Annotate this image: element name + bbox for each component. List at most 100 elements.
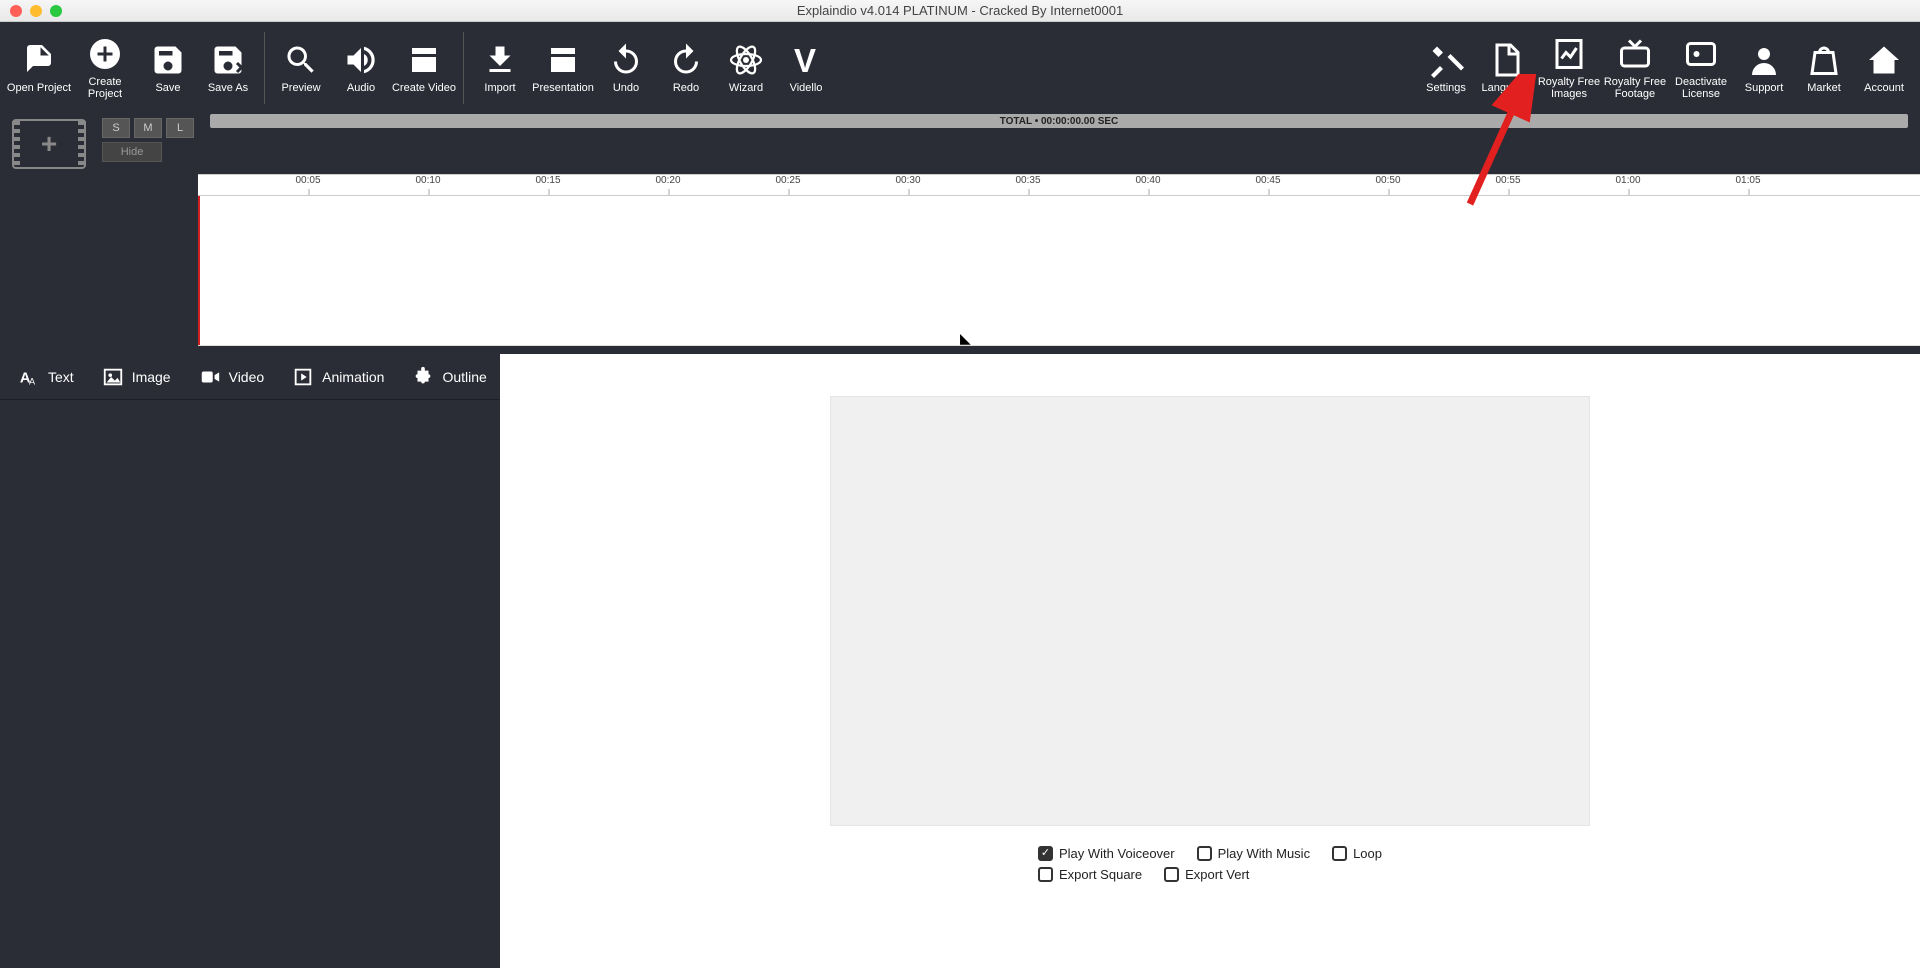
support-button[interactable]: Support (1734, 22, 1794, 114)
asset-panel: AA Text Image Video Animation Outline (0, 354, 500, 968)
tab-video-label: Video (229, 369, 265, 385)
undo-button[interactable]: Undo (596, 22, 656, 114)
account-button[interactable]: Account (1854, 22, 1914, 114)
save-icon (150, 42, 186, 78)
language-label: Language (1482, 82, 1531, 94)
tab-outline-label: Outline (442, 369, 486, 385)
import-button[interactable]: Import (470, 22, 530, 114)
tab-animation[interactable]: Animation (292, 366, 384, 388)
deactivate-license-button[interactable]: Deactivate License (1668, 22, 1734, 114)
tab-image[interactable]: Image (102, 366, 171, 388)
rf-footage-label: Royalty Free Footage (1604, 76, 1666, 100)
ruler-tick: 00:10 (415, 175, 440, 186)
size-s-button[interactable]: S (102, 118, 130, 138)
ruler-tick: 00:30 (895, 175, 920, 186)
ruler-tick: 00:40 (1135, 175, 1160, 186)
tab-text[interactable]: AA Text (18, 366, 74, 388)
save-button[interactable]: Save (138, 22, 198, 114)
loop-checkbox[interactable]: Loop (1332, 846, 1382, 861)
tv-icon (1617, 36, 1653, 72)
export-vert-label: Export Vert (1185, 867, 1249, 882)
ruler-tick: 00:25 (775, 175, 800, 186)
main-toolbar: Open Project Create Project Save Save As… (0, 22, 1920, 114)
open-project-button[interactable]: Open Project (6, 22, 72, 114)
timeline-track[interactable] (198, 196, 1920, 346)
canvas-stage[interactable] (830, 396, 1590, 826)
hide-button[interactable]: Hide (102, 142, 162, 162)
file-plus-icon (87, 36, 123, 72)
image-icon (102, 366, 124, 388)
rf-images-label: Royalty Free Images (1538, 76, 1600, 100)
save-as-button[interactable]: Save As (198, 22, 258, 114)
tools-icon (1428, 42, 1464, 78)
ruler-tick: 00:45 (1255, 175, 1280, 186)
royalty-free-images-button[interactable]: Royalty Free Images (1536, 22, 1602, 114)
undo-icon (608, 42, 644, 78)
ruler-tick: 00:50 (1375, 175, 1400, 186)
open-project-label: Open Project (7, 82, 71, 94)
preview-label: Preview (281, 82, 320, 94)
ruler-tick: 00:20 (655, 175, 680, 186)
account-label: Account (1864, 82, 1904, 94)
save-label: Save (155, 82, 180, 94)
size-m-button[interactable]: M (134, 118, 162, 138)
import-label: Import (484, 82, 515, 94)
presentation-button[interactable]: Presentation (530, 22, 596, 114)
settings-button[interactable]: Settings (1416, 22, 1476, 114)
play-voiceover-checkbox[interactable]: Play With Voiceover (1038, 846, 1175, 861)
audio-button[interactable]: Audio (331, 22, 391, 114)
presentation-icon (545, 42, 581, 78)
chart-doc-icon (1551, 36, 1587, 72)
checkbox-icon (1164, 867, 1179, 882)
preview-button[interactable]: Preview (271, 22, 331, 114)
save-as-label: Save As (208, 82, 248, 94)
play-music-label: Play With Music (1218, 846, 1310, 861)
create-video-button[interactable]: Create Video (391, 22, 457, 114)
play-voiceover-label: Play With Voiceover (1059, 846, 1175, 861)
checkbox-icon (1038, 867, 1053, 882)
home-icon (1866, 42, 1902, 78)
playhead[interactable] (198, 196, 200, 345)
add-scene-button[interactable]: + (0, 114, 98, 174)
play-music-checkbox[interactable]: Play With Music (1197, 846, 1310, 861)
timeline-ruler[interactable]: 00:0500:1000:1500:2000:2500:3000:3500:40… (198, 174, 1920, 196)
timeline-header: + S M L Hide TOTAL • 00:00:00.00 SEC (0, 114, 1920, 174)
export-square-label: Export Square (1059, 867, 1142, 882)
svg-text:V: V (794, 42, 816, 78)
tab-animation-label: Animation (322, 369, 384, 385)
animation-icon (292, 366, 314, 388)
loop-label: Loop (1353, 846, 1382, 861)
export-square-checkbox[interactable]: Export Square (1038, 867, 1142, 882)
export-vert-checkbox[interactable]: Export Vert (1164, 867, 1249, 882)
ruler-tick: 00:15 (535, 175, 560, 186)
preview-area: Play With Voiceover Play With Music Loop… (500, 354, 1920, 968)
window-title: Explaindio v4.014 PLATINUM - Cracked By … (797, 3, 1123, 18)
royalty-free-footage-button[interactable]: Royalty Free Footage (1602, 22, 1668, 114)
create-project-button[interactable]: Create Project (72, 22, 138, 114)
language-button[interactable]: Language (1476, 22, 1536, 114)
redo-button[interactable]: Redo (656, 22, 716, 114)
presentation-label: Presentation (532, 82, 594, 94)
ruler-tick: 00:35 (1015, 175, 1040, 186)
save-as-icon (210, 42, 246, 78)
checkbox-checked-icon (1038, 846, 1053, 861)
vidello-button[interactable]: V Vidello (776, 22, 836, 114)
wizard-button[interactable]: Wizard (716, 22, 776, 114)
size-l-button[interactable]: L (166, 118, 194, 138)
speaker-icon (343, 42, 379, 78)
tab-video[interactable]: Video (199, 366, 265, 388)
window-minimize-button[interactable] (30, 5, 42, 17)
search-icon (283, 42, 319, 78)
tab-outline[interactable]: Outline (412, 366, 486, 388)
window-maximize-button[interactable] (50, 5, 62, 17)
deactivate-label: Deactivate License (1675, 76, 1727, 100)
market-button[interactable]: Market (1794, 22, 1854, 114)
vidello-label: Vidello (790, 82, 823, 94)
support-label: Support (1745, 82, 1784, 94)
video-icon (199, 366, 221, 388)
document-icon (1488, 42, 1524, 78)
create-video-label: Create Video (392, 82, 456, 94)
window-close-button[interactable] (10, 5, 22, 17)
redo-label: Redo (673, 82, 699, 94)
clapperboard-icon (406, 42, 442, 78)
